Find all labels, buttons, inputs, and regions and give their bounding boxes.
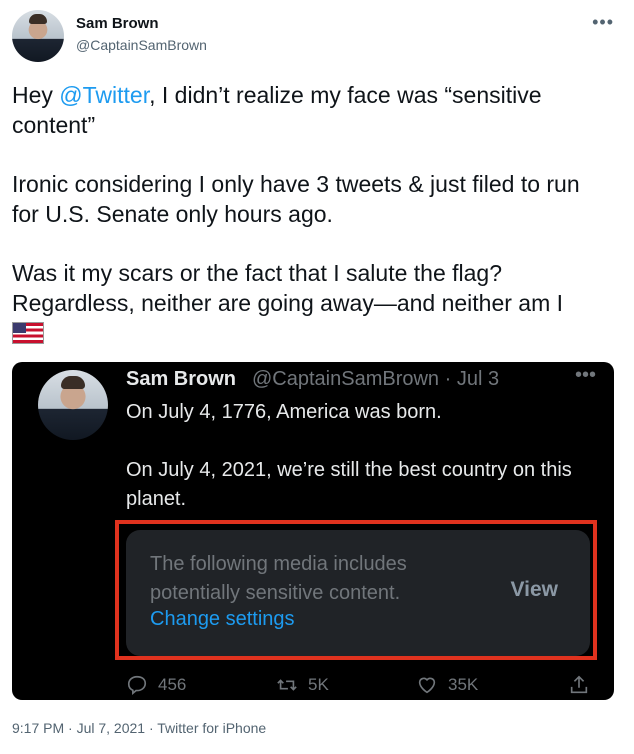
share-action[interactable] <box>568 674 590 696</box>
tweet-text: Hey @Twitter, I didn’t realize my face w… <box>12 80 612 377</box>
quoted-tweet[interactable]: Sam Brown @CaptainSamBrown · Jul 3 ••• O… <box>12 362 614 700</box>
tweet-timestamp[interactable]: 9:17 PM · Jul 7, 2021 · Twitter for iPho… <box>12 720 266 736</box>
share-icon <box>570 675 588 694</box>
quoted-display-name[interactable]: Sam Brown <box>126 368 236 391</box>
author-display-name[interactable]: Sam Brown <box>76 15 159 32</box>
red-highlight-box <box>115 520 597 660</box>
like-action[interactable]: 35K <box>416 674 478 696</box>
retweet-count: 5K <box>308 675 329 694</box>
tweet-paragraph-3-text: Was it my scars or the fact that I salut… <box>12 260 564 316</box>
reply-count: 456 <box>158 675 187 694</box>
quoted-avatar[interactable] <box>38 370 108 440</box>
tweet-text-prefix: Hey <box>12 82 60 108</box>
quoted-paragraph-1: On July 4, 1776, America was born. <box>126 401 442 423</box>
retweet-icon <box>277 679 297 691</box>
like-count: 35K <box>448 675 479 694</box>
tweet-paragraph-3: Was it my scars or the fact that I salut… <box>12 258 612 348</box>
reply-icon <box>127 675 147 696</box>
author-handle[interactable]: @CaptainSamBrown <box>76 37 207 53</box>
heart-icon <box>418 677 436 694</box>
retweet-action[interactable]: 5K <box>276 674 329 696</box>
quoted-meta: @CaptainSamBrown · Jul 3 <box>252 368 500 390</box>
action-bar: 456 5K 35K <box>126 674 596 698</box>
author-avatar[interactable] <box>12 10 64 62</box>
quoted-paragraph-2: On July 4, 2021, we’re still the best co… <box>126 459 572 510</box>
tweet-paragraph-2: Ironic considering I only have 3 tweets … <box>12 171 580 227</box>
more-options-icon[interactable]: ••• <box>592 12 614 33</box>
us-flag-icon <box>12 322 44 344</box>
quoted-more-icon[interactable]: ••• <box>575 364 596 387</box>
reply-action[interactable]: 456 <box>126 674 186 696</box>
mention-link[interactable]: @Twitter <box>59 82 149 108</box>
tweet-paragraph-1: Hey @Twitter, I didn’t realize my face w… <box>12 80 612 140</box>
